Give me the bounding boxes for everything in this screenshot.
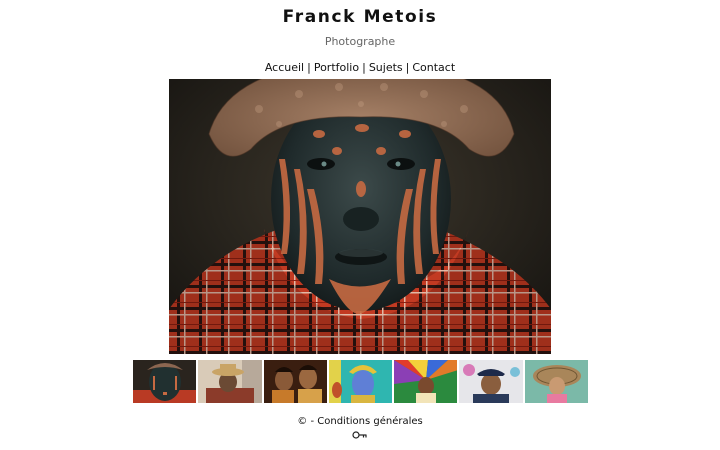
thumb-women-icon: [263, 360, 327, 403]
portrait-photo-icon: [169, 79, 551, 354]
site-subtitle: Photographe: [324, 35, 396, 48]
nav-item-sujets[interactable]: Sujets: [369, 61, 403, 74]
thumb-painted-face-icon: [133, 360, 197, 403]
page: Franck Metois Photographe Accueil | Portfo…: [0, 0, 720, 450]
thumb-child-straw-hat-icon: [524, 360, 588, 403]
site-title[interactable]: Franck Metois: [0, 7, 720, 27]
nav-item-portfolio[interactable]: Portfolio: [314, 61, 359, 74]
nav-separator: |: [307, 61, 311, 74]
thumb-child-umbrella-icon: [394, 360, 458, 403]
key-icon[interactable]: [352, 429, 368, 441]
thumbnail-1[interactable]: [133, 360, 197, 403]
thumb-man-headdress-icon: [459, 360, 523, 403]
thumbnail-3[interactable]: [263, 360, 327, 403]
nav-separator: |: [405, 61, 410, 74]
thumbnail-2[interactable]: [198, 360, 262, 403]
thumbnail-strip: [133, 360, 588, 403]
thumb-man-hat-icon: [198, 360, 262, 403]
thumb-blue-face-icon: [328, 360, 393, 403]
thumbnail-4[interactable]: [328, 360, 393, 403]
terms-link[interactable]: Conditions générales: [317, 416, 422, 427]
nav-item-contact[interactable]: Contact: [412, 61, 455, 74]
footer: © - Conditions générales: [0, 416, 720, 427]
thumbnail-6[interactable]: [459, 360, 523, 403]
copyright-text: © -: [297, 416, 315, 427]
thumbnail-5[interactable]: [394, 360, 458, 403]
hero-photo[interactable]: [169, 79, 551, 354]
thumbnail-7[interactable]: [524, 360, 588, 403]
main-nav: Accueil | Portfolio | Sujets | Contact: [0, 61, 720, 74]
nav-item-accueil[interactable]: Accueil: [265, 61, 304, 74]
nav-separator: |: [362, 61, 366, 74]
